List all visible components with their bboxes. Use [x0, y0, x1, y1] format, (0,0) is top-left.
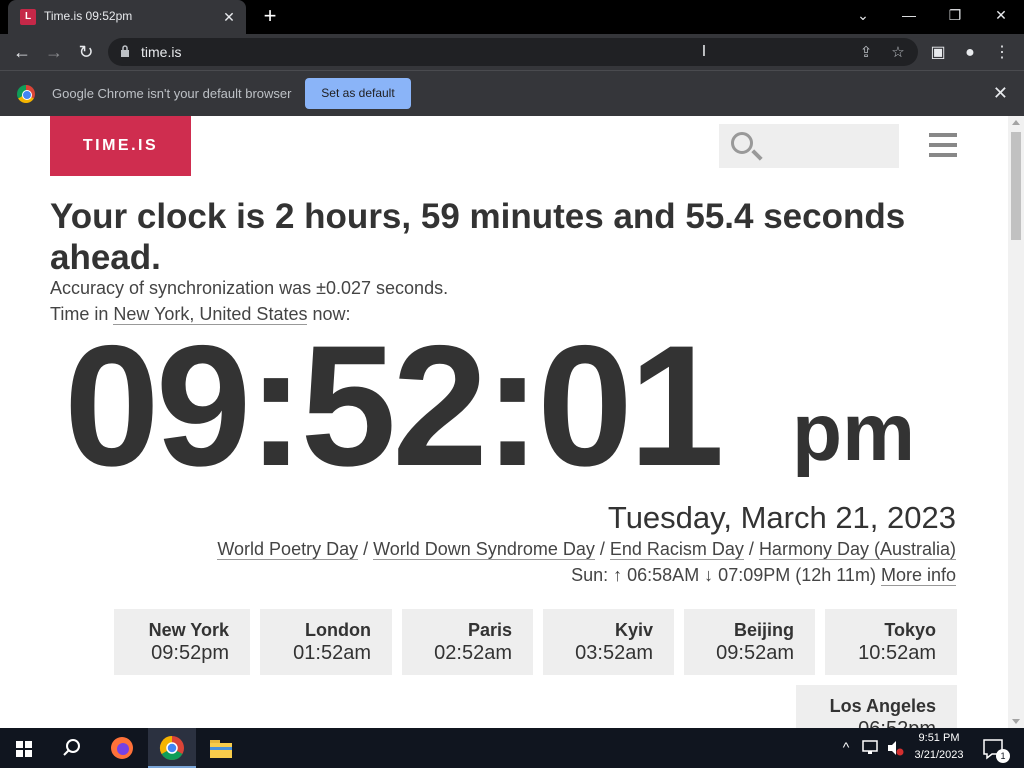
new-tab-button[interactable]: + [258, 5, 282, 29]
city-name: Paris [467, 620, 512, 640]
scrollbar-thumb[interactable] [1011, 132, 1021, 240]
action-center-button[interactable]: 1 [976, 728, 1024, 768]
holiday-link[interactable]: World Down Syndrome Day [373, 539, 595, 560]
clock-ampm: pm [792, 387, 915, 478]
city-name: New York [148, 620, 229, 640]
back-button[interactable]: ← [10, 40, 34, 64]
city-card-kyiv[interactable]: Kyiv 03:52am [543, 609, 674, 675]
url-text[interactable]: time.is [141, 44, 181, 60]
city-time: 10:52am [858, 642, 936, 664]
holiday-separator: / [743, 539, 759, 559]
city-card-los-angeles[interactable]: Los Angeles 06:52pm [796, 685, 957, 728]
set-as-default-button[interactable]: Set as default [305, 78, 411, 109]
address-bar[interactable]: time.is I ⇪ ☆ [108, 38, 918, 66]
main-clock: 09:52:01 [64, 310, 725, 502]
infobar-message: Google Chrome isn't your default browser [52, 86, 292, 101]
city-card-london[interactable]: London 01:52am [260, 609, 392, 675]
holiday-link[interactable]: End Racism Day [609, 539, 744, 560]
chrome-icon [159, 736, 184, 761]
reload-button[interactable]: ↻ [74, 40, 98, 64]
site-search-input[interactable] [719, 124, 899, 168]
scroll-down-icon[interactable] [1012, 719, 1020, 724]
city-time: 09:52pm [151, 642, 229, 664]
close-window-button[interactable]: ✕ [978, 0, 1024, 30]
chrome-logo-icon [17, 85, 35, 103]
city-time: 03:52am [575, 642, 653, 664]
page-scrollbar[interactable] [1008, 116, 1024, 728]
more-info-link[interactable]: More info [880, 565, 956, 586]
hamburger-menu-icon[interactable] [929, 133, 957, 157]
minimize-button[interactable]: — [886, 0, 932, 30]
city-card-beijing[interactable]: Beijing 09:52am [684, 609, 815, 675]
windows-taskbar: ^ 9:51 PM 3/21/2023 1 [0, 728, 1024, 768]
holiday-link[interactable]: World Poetry Day [217, 539, 359, 560]
city-name: Tokyo [884, 620, 936, 640]
search-taskbar-button[interactable] [48, 728, 96, 768]
infobar-close-icon[interactable]: ✕ [993, 83, 1008, 104]
city-time: 01:52am [293, 642, 371, 664]
taskbar-clock-date[interactable]: 3/21/2023 [908, 749, 970, 761]
restore-button[interactable]: ❐ [932, 0, 978, 30]
city-card-tokyo[interactable]: Tokyo 10:52am [825, 609, 957, 675]
sync-accuracy-text: Accuracy of synchronization was ±0.027 s… [50, 278, 449, 298]
file-explorer-taskbar-button[interactable] [198, 728, 246, 768]
default-browser-infobar: Google Chrome isn't your default browser… [0, 70, 1024, 116]
site-logo[interactable]: TIME.IS [50, 116, 191, 176]
text-cursor-icon: I [701, 43, 707, 60]
current-date: Tuesday, March 21, 2023 [607, 500, 956, 535]
notification-count-badge: 1 [996, 749, 1010, 763]
city-name: Los Angeles [829, 696, 936, 716]
close-tab-icon[interactable]: ✕ [220, 8, 238, 26]
lock-icon[interactable] [120, 45, 130, 57]
favicon-icon: L [20, 9, 36, 25]
search-icon [731, 132, 753, 154]
browser-tab[interactable]: L Time.is 09:52pm ✕ [8, 0, 246, 34]
firefox-taskbar-button[interactable] [98, 728, 146, 768]
side-panel-icon[interactable]: ▣ [927, 42, 949, 64]
holidays-line: World Poetry Day / World Down Syndrome D… [217, 539, 956, 560]
folder-icon [210, 740, 232, 758]
search-icon [63, 739, 80, 756]
sun-times: Sun: ↑ 06:58AM ↓ 07:09PM (12h 11m) [571, 565, 876, 585]
taskbar-clock-time[interactable]: 9:51 PM [910, 732, 968, 744]
share-icon[interactable]: ⇪ [856, 43, 876, 63]
city-time: 09:52am [716, 642, 794, 664]
scroll-up-icon[interactable] [1012, 120, 1020, 125]
bookmark-star-icon[interactable]: ☆ [888, 43, 908, 63]
firefox-icon [111, 737, 133, 759]
network-icon[interactable] [862, 740, 880, 756]
holiday-separator: / [358, 539, 374, 559]
city-time: 02:52am [434, 642, 512, 664]
start-button[interactable] [0, 728, 48, 768]
city-name: Kyiv [614, 620, 653, 640]
tab-search-chevron-icon[interactable]: ⌄ [840, 0, 886, 30]
city-name: London [305, 620, 371, 640]
chrome-taskbar-button[interactable] [148, 728, 196, 768]
profile-icon[interactable]: ● [959, 42, 981, 64]
city-time: 06:52pm [858, 718, 936, 728]
city-name: Beijing [733, 620, 794, 640]
tab-strip: L Time.is 09:52pm ✕ + ⌄ — ❐ ✕ [0, 0, 1024, 34]
volume-muted-icon[interactable] [886, 740, 904, 756]
menu-kebab-icon[interactable]: ⋮ [991, 42, 1013, 64]
windows-logo-icon [16, 741, 32, 757]
browser-toolbar: ← → ↻ time.is I ⇪ ☆ ▣ ● ⋮ [0, 34, 1024, 70]
tab-title: Time.is 09:52pm [44, 9, 133, 23]
clock-offset-headline: Your clock is 2 hours, 59 minutes and 55… [50, 197, 906, 277]
holiday-separator: / [594, 539, 610, 559]
show-hidden-icons-chevron-icon[interactable]: ^ [838, 739, 854, 755]
forward-button[interactable]: → [42, 40, 66, 64]
sun-info-line: Sun: ↑ 06:58AM ↓ 07:09PM (12h 11m) More … [571, 565, 956, 586]
city-card-new-york[interactable]: New York 09:52pm [114, 609, 250, 675]
holiday-link[interactable]: Harmony Day (Australia) [758, 539, 956, 560]
web-page: TIME.IS Your clock is 2 hours, 59 minute… [0, 116, 1008, 728]
city-card-paris[interactable]: Paris 02:52am [402, 609, 533, 675]
